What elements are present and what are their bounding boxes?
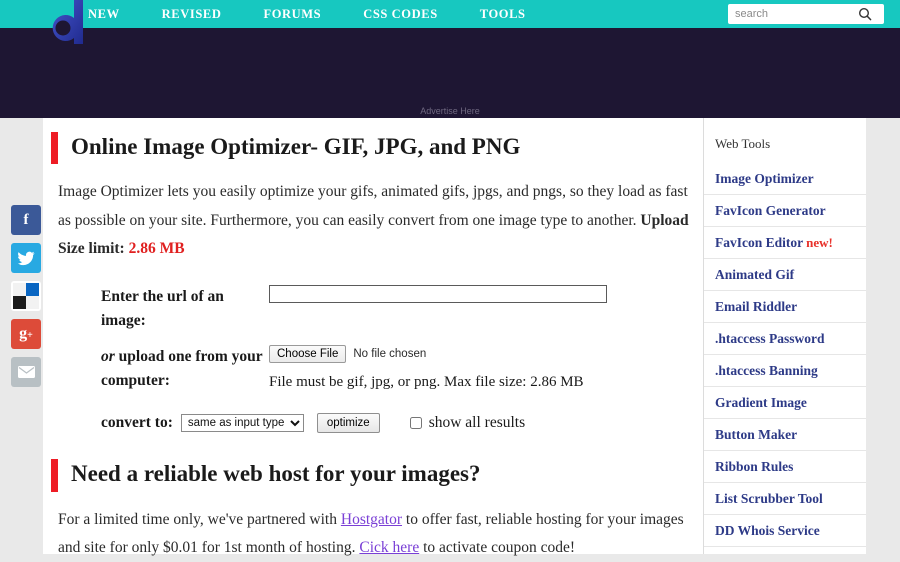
sidebar-item[interactable]: .htaccess Password xyxy=(704,323,866,355)
main-content-panel: Online Image Optimizer- GIF, JPG, and PN… xyxy=(43,118,703,556)
sidebar-item-list: Image Optimizer FavIcon Generator FavIcon … xyxy=(704,163,866,547)
advertisement-banner: Advertise Here xyxy=(0,28,900,118)
host-text-1: For a limited time only, we've partnered… xyxy=(58,510,341,528)
sidebar-item-label: Button Maker xyxy=(715,427,798,442)
sidebar-item[interactable]: FavIcon Editor new! xyxy=(704,227,866,259)
search-button[interactable] xyxy=(853,4,877,24)
upload-row: or upload one from your computer: Choose… xyxy=(51,345,691,393)
share-email-icon[interactable] xyxy=(11,357,41,387)
sidebar-item-new-badge: new! xyxy=(806,235,833,250)
intro-text: Image Optimizer lets you easily optimize… xyxy=(58,183,688,229)
intro-paragraph: Image Optimizer lets you easily optimize… xyxy=(58,178,691,263)
sidebar-item-label: Gradient Image xyxy=(715,395,807,410)
sidebar-title: Web Tools xyxy=(715,136,771,151)
file-picker-block: Choose File No file chosen File must be … xyxy=(269,345,584,391)
sidebar-item-label: Image Optimizer xyxy=(715,171,814,186)
show-all-results-group: show all results xyxy=(409,414,525,432)
social-share-rail: f g+ xyxy=(11,205,41,387)
no-file-chosen-text: No file chosen xyxy=(353,348,427,361)
sidebar-item-label: Email Riddler xyxy=(715,299,798,314)
nav-item-forums[interactable]: FORUMS xyxy=(263,7,321,22)
host-paragraph: For a limited time only, we've partnered… xyxy=(58,506,691,562)
image-url-input[interactable] xyxy=(269,285,607,304)
sidebar-item-label: .htaccess Banning xyxy=(715,363,818,378)
convert-row: convert to: same as input typegifjpgpng … xyxy=(51,413,691,434)
choose-file-button[interactable]: Choose File xyxy=(269,345,347,364)
nav-item-tools[interactable]: TOOLS xyxy=(480,7,526,22)
sidebar-item[interactable]: DD Whois Service xyxy=(704,515,866,547)
sidebar-item-label: Animated Gif xyxy=(715,267,795,282)
nav-item-css-codes[interactable]: CSS CODES xyxy=(363,7,438,22)
site-logo-d-icon[interactable] xyxy=(44,0,90,50)
show-all-results-label[interactable]: show all results xyxy=(429,414,525,432)
search-input[interactable] xyxy=(728,5,853,23)
sidebar-item-label: List Scrubber Tool xyxy=(715,491,823,506)
sidebar-item-label: DD Whois Service xyxy=(715,523,820,538)
sidebar-item[interactable]: FavIcon Generator xyxy=(704,195,866,227)
optimizer-form: Enter the url of an image: or upload one… xyxy=(51,285,691,434)
main-nav-list: NEW REVISED FORUMS CSS CODES TOOLS xyxy=(88,0,526,28)
upload-field-label: or upload one from your computer: xyxy=(51,345,269,393)
share-googleplus-icon[interactable]: g+ xyxy=(11,319,41,349)
sidebar-item[interactable]: Email Riddler xyxy=(704,291,866,323)
file-picker: Choose File No file chosen xyxy=(269,345,584,364)
host-accent-bar xyxy=(51,459,58,492)
share-twitter-icon[interactable] xyxy=(11,243,41,273)
file-requirements-note: File must be gif, jpg, or png. Max file … xyxy=(269,374,584,391)
url-field-label: Enter the url of an image: xyxy=(101,288,224,330)
sidebar-item-label: Ribbon Rules xyxy=(715,459,794,474)
advertise-here-link[interactable]: Advertise Here xyxy=(0,106,900,116)
upload-size-value: 2.86 MB xyxy=(128,239,185,257)
search-icon xyxy=(858,7,872,21)
convert-type-select[interactable]: same as input typegifjpgpng xyxy=(180,414,304,433)
host-title: Need a reliable web host for your images… xyxy=(71,461,481,487)
sidebar-item[interactable]: Gradient Image xyxy=(704,387,866,419)
sidebar-item[interactable]: .htaccess Banning xyxy=(704,355,866,387)
web-tools-sidebar: Web Tools Image Optimizer FavIcon Generat… xyxy=(703,118,866,554)
search-box xyxy=(728,4,884,24)
sidebar-item[interactable]: Ribbon Rules xyxy=(704,451,866,483)
page-title: Online Image Optimizer- GIF, JPG, and PN… xyxy=(71,134,521,159)
show-all-results-checkbox[interactable] xyxy=(409,417,422,430)
title-accent-bar xyxy=(51,132,58,165)
sidebar-item[interactable]: Button Maker xyxy=(704,419,866,451)
hostgator-link[interactable]: Hostgator xyxy=(341,511,402,528)
convert-to-label: convert to: xyxy=(101,414,173,432)
nav-item-new[interactable]: NEW xyxy=(88,7,120,22)
url-row: Enter the url of an image: xyxy=(51,285,691,333)
sidebar-item[interactable]: Animated Gif xyxy=(704,259,866,291)
top-navigation-bar: NEW REVISED FORUMS CSS CODES TOOLS xyxy=(0,0,900,28)
host-title-block: Need a reliable web host for your images… xyxy=(51,459,691,492)
right-margin-gap xyxy=(866,118,900,554)
sidebar-item[interactable]: List Scrubber Tool xyxy=(704,483,866,515)
upload-label-rest: upload one from your computer: xyxy=(101,348,263,390)
optimize-button[interactable]: optimize xyxy=(316,413,380,434)
sidebar-item-label: FavIcon Editor xyxy=(715,235,804,250)
share-facebook-icon[interactable]: f xyxy=(11,205,41,235)
host-text-3: to activate coupon code! xyxy=(419,538,575,556)
sidebar-item[interactable]: Image Optimizer xyxy=(704,163,866,195)
share-delicious-icon[interactable] xyxy=(11,281,41,311)
sidebar-item-label: FavIcon Generator xyxy=(715,203,826,218)
nav-item-revised[interactable]: REVISED xyxy=(162,7,222,22)
sidebar-item-label: .htaccess Password xyxy=(715,331,825,346)
upload-label-or: or xyxy=(101,348,115,366)
page-title-block: Online Image Optimizer- GIF, JPG, and PN… xyxy=(51,132,691,165)
coupon-click-here-link[interactable]: Cick here xyxy=(359,539,419,556)
